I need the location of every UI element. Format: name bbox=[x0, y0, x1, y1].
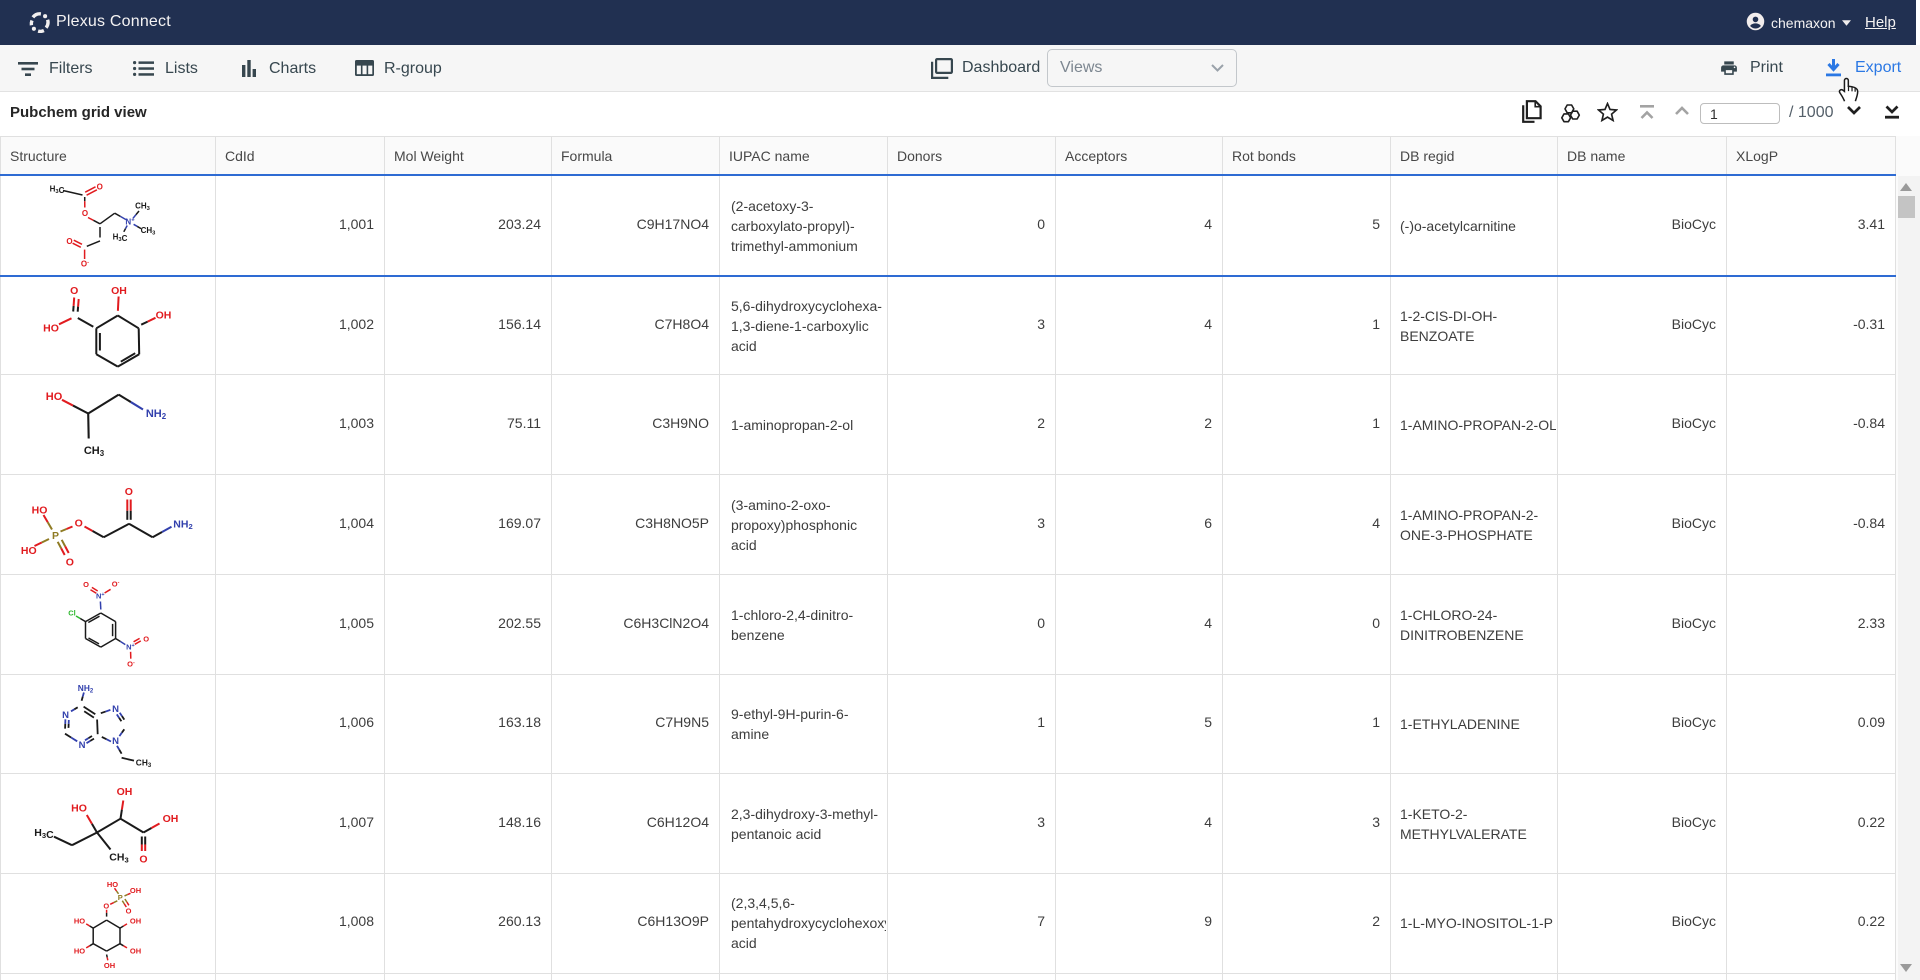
svg-text:O: O bbox=[66, 557, 74, 569]
svg-text:OH: OH bbox=[130, 946, 141, 955]
svg-text:O-: O- bbox=[127, 659, 135, 668]
svg-text:O: O bbox=[75, 518, 83, 530]
svg-text:O: O bbox=[66, 237, 72, 246]
svg-text:CH3: CH3 bbox=[135, 202, 151, 212]
svg-text:N+: N+ bbox=[126, 642, 135, 651]
svg-text:N: N bbox=[112, 704, 119, 715]
svg-text:OH: OH bbox=[130, 916, 141, 925]
svg-text:CH3: CH3 bbox=[136, 757, 152, 769]
svg-text:O: O bbox=[103, 901, 109, 910]
svg-text:CH3: CH3 bbox=[141, 226, 157, 236]
svg-text:N+: N+ bbox=[96, 591, 105, 600]
svg-text:HO: HO bbox=[43, 322, 59, 334]
svg-text:O: O bbox=[97, 183, 103, 192]
svg-text:O: O bbox=[143, 634, 149, 643]
svg-text:OH: OH bbox=[130, 886, 141, 895]
svg-text:NH2: NH2 bbox=[146, 408, 167, 421]
svg-text:CH3: CH3 bbox=[109, 852, 128, 865]
svg-text:H3C: H3C bbox=[50, 185, 65, 195]
svg-text:OH: OH bbox=[104, 961, 115, 970]
svg-text:OH: OH bbox=[163, 813, 179, 825]
svg-text:OH: OH bbox=[111, 284, 127, 296]
svg-text:N: N bbox=[112, 735, 119, 746]
svg-text:H3C: H3C bbox=[34, 827, 54, 841]
svg-text:O: O bbox=[82, 209, 88, 218]
svg-text:HO: HO bbox=[46, 391, 63, 403]
svg-text:N: N bbox=[62, 709, 69, 720]
svg-text:HO: HO bbox=[107, 880, 118, 889]
svg-text:OH: OH bbox=[156, 309, 172, 321]
svg-text:HO: HO bbox=[74, 946, 85, 955]
svg-text:O: O bbox=[126, 906, 132, 915]
svg-text:H3C: H3C bbox=[113, 233, 128, 243]
svg-text:NH2: NH2 bbox=[173, 518, 192, 531]
svg-text:CH3: CH3 bbox=[84, 445, 105, 458]
svg-text:O-: O- bbox=[112, 579, 120, 588]
svg-text:O: O bbox=[125, 486, 133, 498]
svg-text:O-: O- bbox=[81, 260, 89, 269]
svg-text:OH: OH bbox=[117, 786, 133, 798]
svg-text:O: O bbox=[83, 580, 89, 589]
svg-text:HO: HO bbox=[32, 504, 48, 516]
svg-text:P: P bbox=[52, 530, 59, 542]
svg-text:HO: HO bbox=[71, 803, 87, 815]
svg-text:N: N bbox=[79, 739, 86, 750]
svg-text:Cl: Cl bbox=[68, 608, 76, 617]
svg-text:NH2: NH2 bbox=[78, 682, 94, 694]
svg-text:O: O bbox=[139, 854, 147, 866]
svg-text:HO: HO bbox=[74, 916, 85, 925]
svg-text:HO: HO bbox=[21, 545, 37, 557]
svg-text:O: O bbox=[70, 285, 78, 297]
svg-text:P: P bbox=[118, 893, 123, 902]
